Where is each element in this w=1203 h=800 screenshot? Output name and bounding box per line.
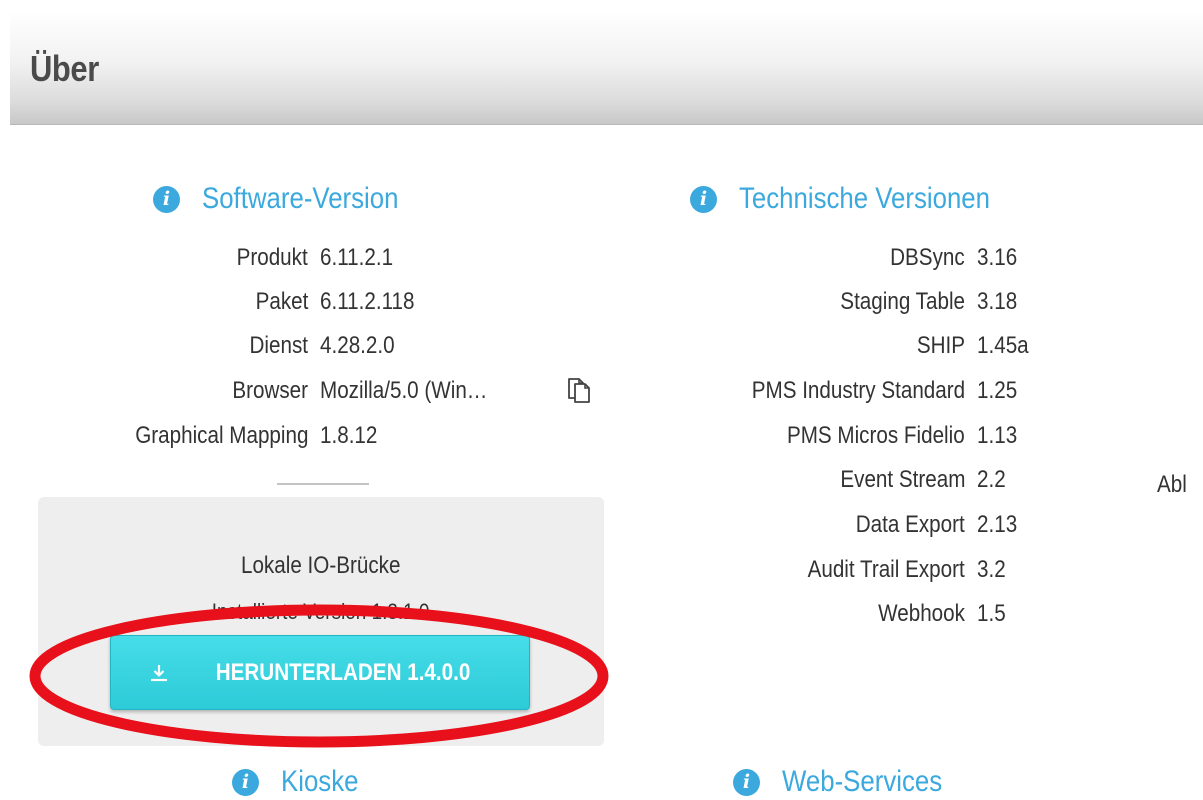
row-value: 1.13 [977, 422, 1018, 449]
row-label: Staging Table [840, 288, 965, 315]
info-icon: i [690, 185, 717, 213]
row-value: 3.2 [977, 556, 1006, 583]
download-icon [150, 664, 167, 681]
installed-version-text: Installierte Version 1.3.1.0 [212, 599, 430, 624]
row-value: Mozilla/5.0 (Win… [320, 377, 488, 404]
download-button[interactable]: HERUNTERLADEN 1.4.0.0 [110, 635, 530, 710]
copy-icon[interactable] [566, 376, 594, 404]
row-label: Data Export [856, 511, 965, 538]
row-value: 6.11.2.118 [320, 288, 415, 315]
row-label: SHIP [916, 332, 965, 359]
info-icon: i [733, 768, 760, 796]
row-value: 6.11.2.1 [320, 244, 394, 271]
row-value: 1.25 [977, 377, 1018, 404]
technical-versions-heading: i Technische Versionen [690, 182, 1031, 216]
row-label: Paket [255, 288, 308, 315]
row-label: Webhook [878, 600, 965, 627]
row-value: 1.8.12 [320, 422, 378, 449]
row-label: Produkt [236, 244, 308, 271]
info-icon: i [232, 768, 259, 796]
row-label: Browser [232, 377, 308, 404]
web-services-title: Web-Services [782, 765, 943, 798]
row-label: DBSync [890, 244, 965, 271]
info-icon: i [153, 185, 180, 213]
download-button-label: HERUNTERLADEN 1.4.0.0 [215, 658, 471, 686]
installed-version: Installierte Version 1.3.1.0 [0, 599, 642, 625]
kiosks-title: Kioske [281, 765, 359, 798]
web-services-heading: i Web-Services [733, 765, 968, 799]
truncated-right-label: Abl [1157, 471, 1187, 498]
row-label: Event Stream [839, 466, 965, 493]
row-value: 2.13 [977, 511, 1018, 538]
about-page: Über i Software-Version Produkt 6.11.2.1… [0, 0, 1203, 800]
row-label: Graphical Mapping [134, 422, 308, 449]
page-header: Über [10, 10, 1203, 125]
page-title: Über [30, 48, 99, 89]
row-value: 1.5 [977, 600, 1006, 627]
software-version-heading: i Software-Version [153, 182, 430, 216]
section-divider [277, 483, 369, 485]
row-label: Dienst [249, 332, 308, 359]
row-label: PMS Industry Standard [751, 377, 965, 404]
row-value: 2.2 [977, 466, 1006, 493]
row-value: 1.45a [977, 332, 1029, 359]
local-io-bridge-title-text: Lokale IO-Brücke [241, 552, 401, 579]
row-label: PMS Micros Fidelio [787, 422, 965, 449]
software-version-title: Software-Version [202, 182, 399, 215]
row-label: Audit Trail Export [807, 556, 965, 583]
row-value: 4.28.2.0 [320, 332, 395, 359]
technical-versions-title: Technische Versionen [739, 182, 990, 215]
kiosks-heading: i Kioske [232, 765, 371, 799]
row-value: 3.16 [977, 244, 1018, 271]
local-io-bridge-title: Lokale IO-Brücke [0, 552, 642, 580]
row-value: 3.18 [977, 288, 1018, 315]
